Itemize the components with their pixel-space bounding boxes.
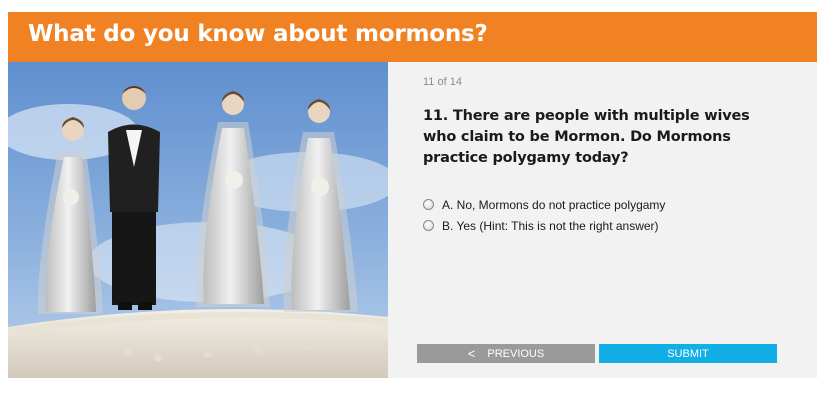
answer-options: A. No, Mormons do not practice polygamy … xyxy=(423,194,665,236)
answer-option-b[interactable]: B. Yes (Hint: This is not the right answ… xyxy=(423,215,665,236)
previous-button-label: PREVIOUS xyxy=(487,347,545,360)
quiz-widget: What do you know about mormons? 11 of 14… xyxy=(8,12,817,378)
radio-button-icon[interactable] xyxy=(423,220,434,231)
answer-option-label: B. Yes (Hint: This is not the right answ… xyxy=(442,218,659,233)
quiz-photo xyxy=(8,62,388,378)
submit-button-label: SUBMIT xyxy=(667,347,709,360)
submit-button[interactable]: SUBMIT xyxy=(599,344,777,363)
answer-option-label: A. No, Mormons do not practice polygamy xyxy=(442,197,666,212)
chevron-left-icon: < xyxy=(467,346,476,361)
radio-button-icon[interactable] xyxy=(423,199,434,210)
question-text: 11. There are people with multiple wives… xyxy=(423,108,750,166)
quiz-header: What do you know about mormons? xyxy=(8,12,817,62)
quiz-title: What do you know about mormons? xyxy=(28,21,488,47)
answer-option-a[interactable]: A. No, Mormons do not practice polygamy xyxy=(423,194,665,215)
question-counter: 11 of 14 xyxy=(423,76,462,88)
previous-button[interactable]: < PREVIOUS xyxy=(417,344,595,363)
